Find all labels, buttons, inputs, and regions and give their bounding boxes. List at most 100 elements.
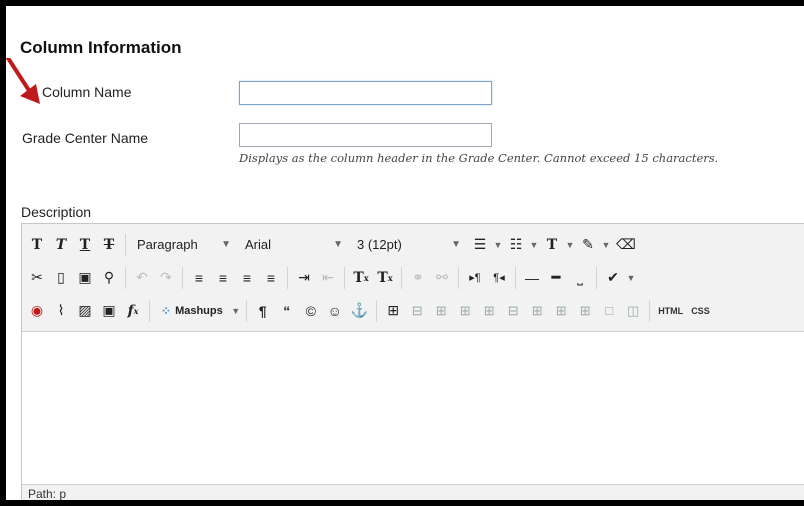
- highlight-pen-icon[interactable]: ✎: [577, 233, 599, 257]
- font-family-select[interactable]: Arial ▼: [239, 233, 349, 257]
- italic-button[interactable]: T: [50, 233, 72, 257]
- css-button[interactable]: CSS: [688, 299, 713, 323]
- spellcheck-icon[interactable]: ✔: [602, 266, 624, 290]
- undo-icon[interactable]: ↶: [131, 266, 153, 290]
- chevron-down-icon: ▼: [221, 239, 231, 250]
- text-color-icon[interactable]: T: [541, 233, 563, 257]
- underline-button[interactable]: T: [74, 233, 96, 257]
- chevron-down-icon: ▼: [451, 239, 461, 250]
- find-search-icon[interactable]: ⚲: [98, 266, 120, 290]
- chevron-down-icon[interactable]: ▼: [529, 240, 539, 250]
- red-arrow-annotation-icon: [6, 58, 40, 104]
- table-cell-props-icon[interactable]: □: [598, 299, 620, 323]
- table-row-props-icon[interactable]: ◫: [622, 299, 644, 323]
- toolbar-separator: [458, 266, 459, 289]
- align-justify-icon[interactable]: ≡: [260, 266, 282, 290]
- toolbar-separator: [344, 266, 345, 289]
- toolbar-row-1: T T T T Paragraph ▼ Arial ▼ 3 (12pt) ▼ ☰: [26, 228, 804, 261]
- align-right-icon[interactable]: ≡: [236, 266, 258, 290]
- chevron-down-icon: ▼: [333, 239, 343, 250]
- toolbar-separator: [649, 299, 651, 322]
- align-center-icon[interactable]: ≡: [212, 266, 234, 290]
- table-split-cells-icon[interactable]: ⊞: [550, 299, 572, 323]
- page-frame: Column Information Column Name Grade Cen…: [6, 6, 804, 500]
- format-select-value: Paragraph: [137, 237, 198, 252]
- toolbar-separator: [596, 266, 597, 289]
- redo-icon[interactable]: ↷: [155, 266, 177, 290]
- toolbar-separator: [287, 266, 288, 289]
- font-size-select-value: 3 (12pt): [357, 237, 402, 252]
- table-column-after-icon[interactable]: ⊟: [502, 299, 524, 323]
- bold-button[interactable]: T: [26, 233, 48, 257]
- outdent-icon[interactable]: ⇤: [317, 266, 339, 290]
- toolbar-separator: [125, 233, 126, 256]
- editor-toolbar: T T T T Paragraph ▼ Arial ▼ 3 (12pt) ▼ ☰: [22, 224, 804, 332]
- copy-icon[interactable]: ▯: [50, 266, 72, 290]
- insert-media-icon[interactable]: ▣: [98, 299, 120, 323]
- toolbar-row-2: ✂ ▯ ▣ ⚲ ↶ ↷ ≡ ≡ ≡ ≡ ⇥ ⇤ Tx Tx ⚭ ⚯ ▸¶ ¶◂ …: [26, 261, 804, 294]
- align-left-icon[interactable]: ≡: [188, 266, 210, 290]
- thick-rule-icon[interactable]: ━: [545, 266, 567, 290]
- format-select[interactable]: Paragraph ▼: [131, 233, 237, 257]
- insert-image-icon[interactable]: ▨: [74, 299, 96, 323]
- superscript-icon[interactable]: Tx: [350, 266, 372, 290]
- chevron-down-icon[interactable]: ▼: [626, 273, 636, 283]
- blockquote-icon[interactable]: “: [276, 299, 298, 323]
- attach-paperclip-icon[interactable]: ⌇: [50, 299, 72, 323]
- font-size-select[interactable]: 3 (12pt) ▼: [351, 233, 467, 257]
- table-row-before-icon[interactable]: ⊟: [406, 299, 428, 323]
- link-icon[interactable]: ⚭: [407, 266, 429, 290]
- paste-icon[interactable]: ▣: [74, 266, 96, 290]
- numbered-list-icon[interactable]: ☷: [505, 233, 527, 257]
- chevron-down-icon[interactable]: ▼: [231, 306, 241, 316]
- description-editor: T T T T Paragraph ▼ Arial ▼ 3 (12pt) ▼ ☰: [21, 223, 804, 500]
- paragraph-mark-icon[interactable]: ¶: [252, 299, 274, 323]
- unlink-icon[interactable]: ⚯: [431, 266, 453, 290]
- toolbar-separator: [149, 299, 150, 322]
- ltr-direction-icon[interactable]: ▸¶: [464, 266, 486, 290]
- indent-icon[interactable]: ⇥: [293, 266, 315, 290]
- rtl-direction-icon[interactable]: ¶◂: [488, 266, 510, 290]
- table-delete-column-icon[interactable]: ⊞: [526, 299, 548, 323]
- section-title: Column Information: [20, 38, 182, 57]
- anchor-icon[interactable]: ⚓: [348, 299, 371, 323]
- description-label: Description: [21, 204, 92, 220]
- table-column-before-icon[interactable]: ⊞: [478, 299, 500, 323]
- horizontal-rule-icon[interactable]: —: [521, 266, 543, 290]
- toolbar-separator: [245, 299, 247, 322]
- eraser-icon[interactable]: ⌫: [613, 233, 639, 257]
- editor-content-area[interactable]: [22, 332, 804, 485]
- strikethrough-button[interactable]: T: [98, 233, 120, 257]
- emoticon-smiley-icon[interactable]: ☺: [324, 299, 346, 323]
- bullet-list-icon[interactable]: ☰: [469, 233, 491, 257]
- mashups-icon: ⁘: [161, 303, 172, 318]
- subscript-icon[interactable]: Tx: [374, 266, 396, 290]
- record-icon[interactable]: ◉: [26, 299, 48, 323]
- chevron-down-icon[interactable]: ▼: [565, 240, 575, 250]
- grade-center-name-input[interactable]: [239, 123, 492, 147]
- font-family-select-value: Arial: [245, 237, 272, 252]
- nonbreaking-space-icon[interactable]: ⎵: [569, 266, 591, 290]
- insert-table-icon[interactable]: ⊞: [382, 299, 404, 323]
- mashups-label: Mashups: [175, 304, 223, 317]
- toolbar-separator: [125, 266, 126, 289]
- grade-center-name-hint: Displays as the column header in the Gra…: [239, 151, 719, 165]
- cut-scissors-icon[interactable]: ✂: [26, 266, 48, 290]
- column-name-label: Column Name: [42, 84, 132, 100]
- grade-center-name-label: Grade Center Name: [22, 130, 149, 146]
- toolbar-row-3: ◉ ⌇ ▨ ▣ fx ⁘ Mashups ▼ ¶ “ © ☺ ⚓ ⊞ ⊟ ⊞ ⊞…: [26, 294, 804, 327]
- chevron-down-icon[interactable]: ▼: [601, 240, 611, 250]
- html-source-button[interactable]: HTML: [655, 299, 686, 323]
- toolbar-separator: [515, 266, 516, 289]
- table-delete-row-icon[interactable]: ⊞: [454, 299, 476, 323]
- chevron-down-icon[interactable]: ▼: [493, 240, 503, 250]
- copyright-icon[interactable]: ©: [300, 299, 322, 323]
- mashups-button[interactable]: ⁘ Mashups: [155, 299, 229, 323]
- toolbar-separator: [182, 266, 183, 289]
- table-row-after-icon[interactable]: ⊞: [430, 299, 452, 323]
- column-name-input[interactable]: [239, 81, 492, 105]
- toolbar-separator: [401, 266, 402, 289]
- editor-path-bar: Path: p: [22, 484, 804, 500]
- table-merge-cells-icon[interactable]: ⊞: [574, 299, 596, 323]
- math-formula-icon[interactable]: fx: [122, 299, 144, 323]
